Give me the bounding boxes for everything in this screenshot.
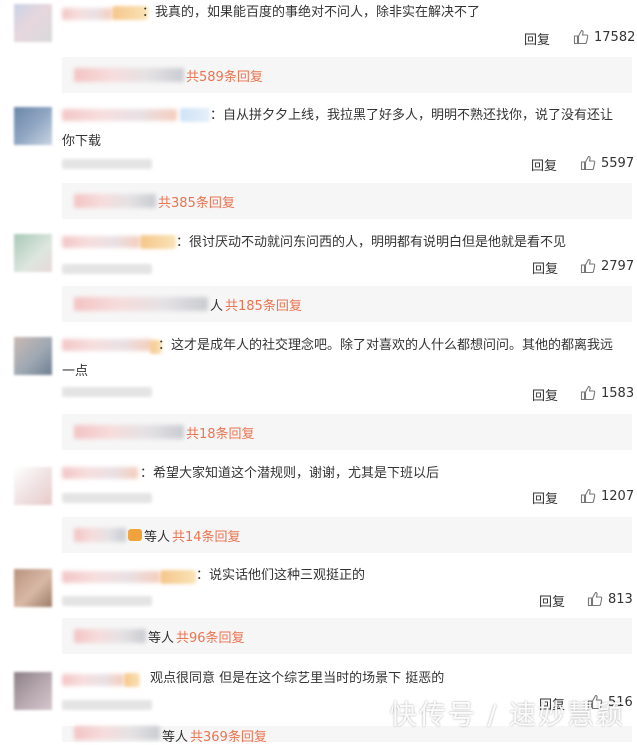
reply-thread[interactable]: 等人 共14条回复: [62, 517, 632, 553]
avatar[interactable]: [14, 234, 52, 272]
timestamp: [62, 159, 152, 169]
timestamp: [62, 596, 152, 606]
reply-count-link[interactable]: 共14条回复: [172, 526, 241, 545]
user-badge: [160, 570, 196, 584]
reply-thread[interactable]: 共385条回复: [62, 183, 632, 219]
username[interactable]: [62, 674, 124, 686]
thumbs-up-icon: [580, 488, 596, 504]
replier-names: [74, 629, 146, 643]
username[interactable]: [62, 236, 140, 248]
username[interactable]: [62, 339, 152, 351]
like-button[interactable]: 1207: [580, 488, 634, 504]
reply-button[interactable]: 回复: [532, 258, 558, 277]
like-count: 1583: [601, 385, 635, 401]
timestamp: [62, 264, 152, 274]
replier-suffix: 等人: [148, 630, 175, 646]
reply-button[interactable]: 回复: [532, 488, 558, 507]
replier-suffix: 人: [210, 298, 224, 314]
like-button[interactable]: 813: [587, 591, 633, 607]
timestamp: [62, 700, 152, 710]
avatar[interactable]: [14, 672, 52, 710]
like-button[interactable]: 1583: [580, 385, 634, 401]
comment-text: ：说实话他们这种三观挺正的: [196, 568, 366, 583]
like-count: 813: [608, 591, 633, 607]
replier-suffix: 等人: [144, 529, 171, 545]
avatar[interactable]: [14, 107, 52, 145]
reply-button[interactable]: 回复: [532, 385, 558, 404]
reply-button[interactable]: 回复: [539, 591, 565, 610]
vip-crown-icon: [128, 529, 142, 541]
user-badge: [180, 108, 210, 122]
replier-names: [74, 194, 156, 208]
comment-text: ：很讨厌动不动就问东问西的人，明明都有说明白但是他就是看不见: [176, 235, 567, 250]
comment-text: ：自从拼夕夕上线，我拉黑了好多人，明明不熟还找你，说了没有还让: [210, 108, 614, 123]
reply-button[interactable]: 回复: [524, 29, 550, 48]
user-badge: [124, 673, 140, 687]
thumbs-up-icon: [587, 591, 603, 607]
timestamp: [62, 387, 152, 397]
thumbs-up-icon: [573, 29, 589, 45]
like-button[interactable]: 17582: [573, 29, 635, 45]
avatar[interactable]: [14, 467, 52, 505]
avatar[interactable]: [14, 337, 52, 375]
reply-count-link[interactable]: 共185条回复: [225, 295, 302, 314]
replier-suffix: 等人: [162, 730, 189, 745]
reply-thread[interactable]: 等人 共96条回复: [62, 618, 632, 654]
avatar[interactable]: [14, 569, 52, 607]
avatar[interactable]: [14, 4, 52, 42]
watermark: 快传号 / 速妙慧颖: [389, 700, 625, 731]
reply-count-link[interactable]: 共96条回复: [176, 627, 245, 646]
thumbs-up-icon: [580, 155, 596, 171]
reply-count-link[interactable]: 共369条回复: [190, 726, 267, 745]
username[interactable]: [62, 571, 160, 583]
thumbs-up-icon: [580, 258, 596, 274]
username[interactable]: [62, 109, 177, 121]
reply-button[interactable]: 回复: [531, 155, 557, 174]
reply-count-link[interactable]: 共18条回复: [186, 423, 255, 442]
timestamp: [62, 493, 152, 503]
comment-text: ：这才是成年人的社交理念吧。除了对喜欢的人什么都想问问。其他的都离我远: [158, 338, 614, 353]
like-button[interactable]: 5597: [580, 155, 634, 171]
like-count: 5597: [601, 155, 635, 171]
like-button[interactable]: 2797: [580, 258, 634, 274]
comment-text-continued: 你下载: [62, 134, 102, 149]
username[interactable]: [62, 8, 112, 20]
comment-text: ：我真的，如果能百度的事绝对不问人，除非实在解决不了: [142, 5, 481, 20]
thumbs-up-icon: [580, 385, 596, 401]
reply-count-link[interactable]: 共385条回复: [158, 192, 235, 211]
reply-count-link[interactable]: 共589条回复: [186, 66, 263, 85]
like-count: 17582: [594, 29, 636, 45]
reply-thread[interactable]: 人 共185条回复: [62, 286, 632, 322]
reply-thread[interactable]: 共589条回复: [62, 57, 632, 93]
user-badge: [140, 235, 176, 249]
reply-thread[interactable]: 共18条回复: [62, 414, 632, 450]
replier-names: [74, 425, 184, 439]
like-count: 1207: [601, 488, 635, 504]
replier-names: [74, 68, 184, 82]
like-count: 2797: [601, 258, 635, 274]
comment-text: 观点很同意 但是在这个综艺里当时的场景下 挺恶的: [150, 671, 445, 686]
comment-text-continued: 一点: [62, 364, 89, 379]
username[interactable]: [62, 467, 138, 479]
comment-text: ：希望大家知道这个潜规则，谢谢，尤其是下班以后: [140, 466, 440, 481]
replier-names: [74, 297, 208, 311]
replier-names: [74, 528, 126, 542]
